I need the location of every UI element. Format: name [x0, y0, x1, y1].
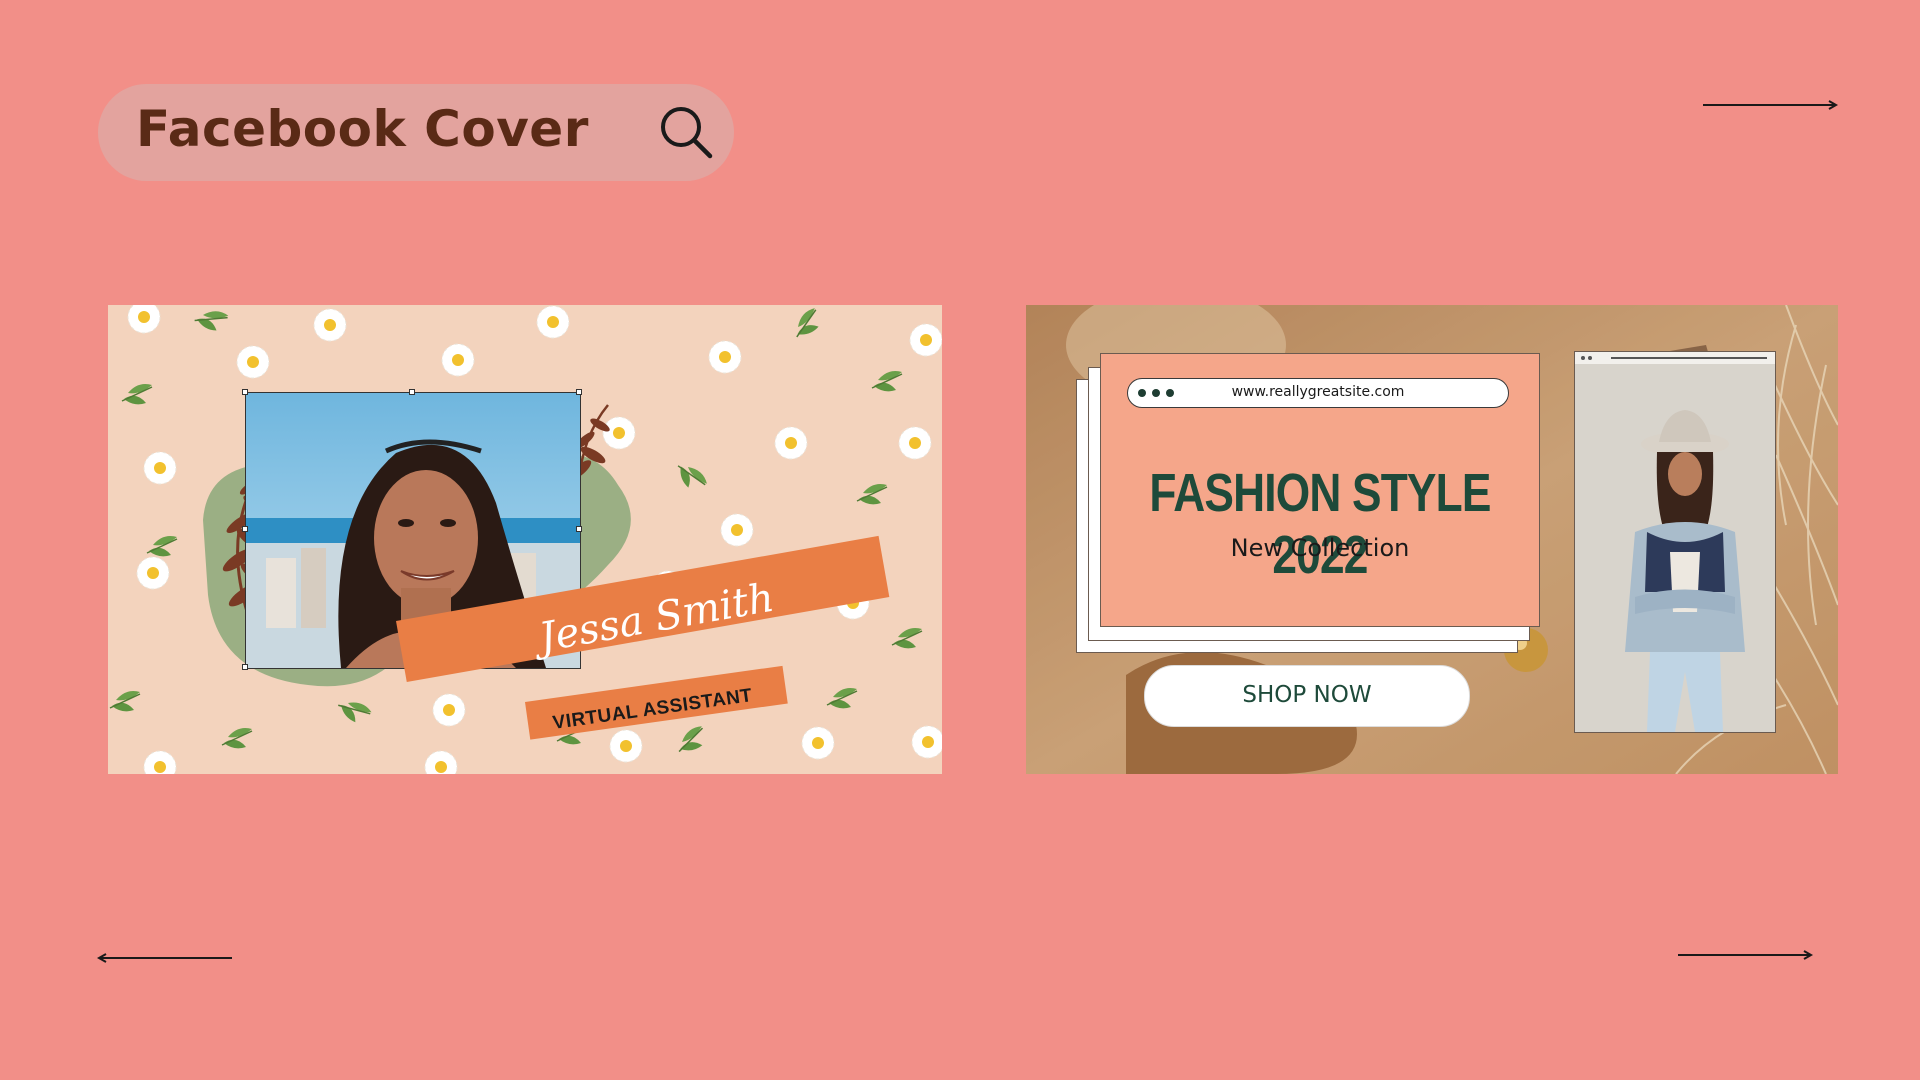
shop-now-label: SHOP NOW [1242, 682, 1372, 708]
template-card-virtual-assistant[interactable]: Jessa Smith VIRTUAL ASSISTANT [108, 305, 942, 774]
resize-handle[interactable] [409, 389, 415, 395]
browser-window-panel: www.reallygreatsite.com FASHION STYLE 20… [1100, 353, 1540, 627]
model-photo[interactable] [1574, 351, 1776, 733]
website-url: www.reallygreatsite.com [1231, 384, 1405, 400]
resize-handle[interactable] [242, 664, 248, 670]
resize-handle[interactable] [242, 389, 248, 395]
template-card-fashion[interactable]: www.reallygreatsite.com FASHION STYLE 20… [1026, 305, 1838, 774]
arrow-left-icon[interactable] [96, 951, 232, 965]
resize-handle[interactable] [242, 526, 248, 532]
arrow-right-icon[interactable] [1703, 98, 1839, 112]
resize-handle[interactable] [576, 389, 582, 395]
shop-now-button[interactable]: SHOP NOW [1144, 665, 1470, 727]
arrow-right-icon[interactable] [1678, 948, 1814, 962]
fashion-headline: FASHION STYLE 2022 [1149, 463, 1491, 585]
resize-handle[interactable] [576, 526, 582, 532]
search-icon[interactable] [656, 102, 716, 162]
url-bar[interactable]: www.reallygreatsite.com [1127, 378, 1509, 408]
page-title: Facebook Cover [136, 100, 589, 158]
search-bar[interactable]: Facebook Cover [98, 84, 734, 181]
collection-subtitle: New Collection [1230, 534, 1410, 562]
